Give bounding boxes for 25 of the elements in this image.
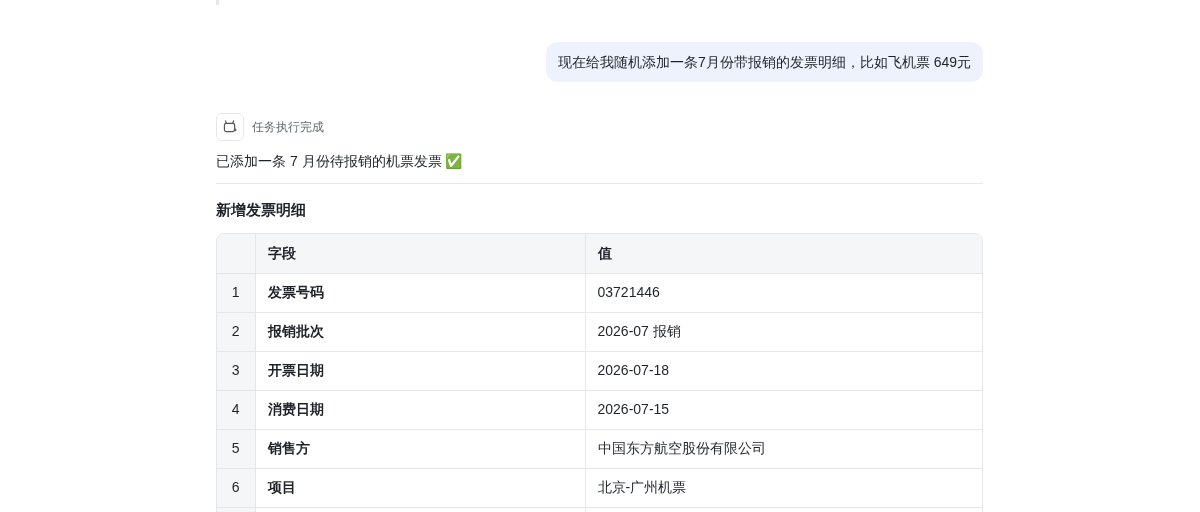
row-number: 4 xyxy=(231,401,240,417)
row-number: 1 xyxy=(231,284,240,300)
task-status: 任务执行完成 xyxy=(252,119,324,136)
robot-icon xyxy=(216,113,244,141)
column-header: 字段 xyxy=(267,244,296,261)
table-cell: 发票号码 xyxy=(267,284,324,300)
section-title: 新增发票明细 xyxy=(216,200,307,220)
table-cell: 报销批次 xyxy=(267,323,324,339)
reply-text: 已添加一条 7 月份待报销的机票发票 ✅ xyxy=(216,151,983,184)
table-cell: 2026-07 报销 xyxy=(597,323,681,339)
table-cell: 03721446 xyxy=(597,284,660,300)
row-number: 6 xyxy=(231,479,240,495)
table-cell: 消费日期 xyxy=(267,401,324,417)
column-header: 值 xyxy=(597,244,612,261)
row-number: 2 xyxy=(231,323,240,339)
table-cell: 中国东方航空股份有限公司 xyxy=(597,440,766,456)
table-cell: 开票日期 xyxy=(267,362,324,378)
table-cell: 2026-07-15 xyxy=(597,401,670,417)
row-number: 3 xyxy=(231,362,240,378)
table-cell: 2026-07-18 xyxy=(597,362,670,378)
row-number: 5 xyxy=(231,440,240,456)
table-cell: 销售方 xyxy=(267,440,310,456)
table-cell: 北京-广州机票 xyxy=(597,479,687,495)
user-message: 现在给我随机添加一条7月份带报销的发票明细，比如飞机票 649元 xyxy=(545,42,983,82)
table-cell: 项目 xyxy=(267,479,296,495)
